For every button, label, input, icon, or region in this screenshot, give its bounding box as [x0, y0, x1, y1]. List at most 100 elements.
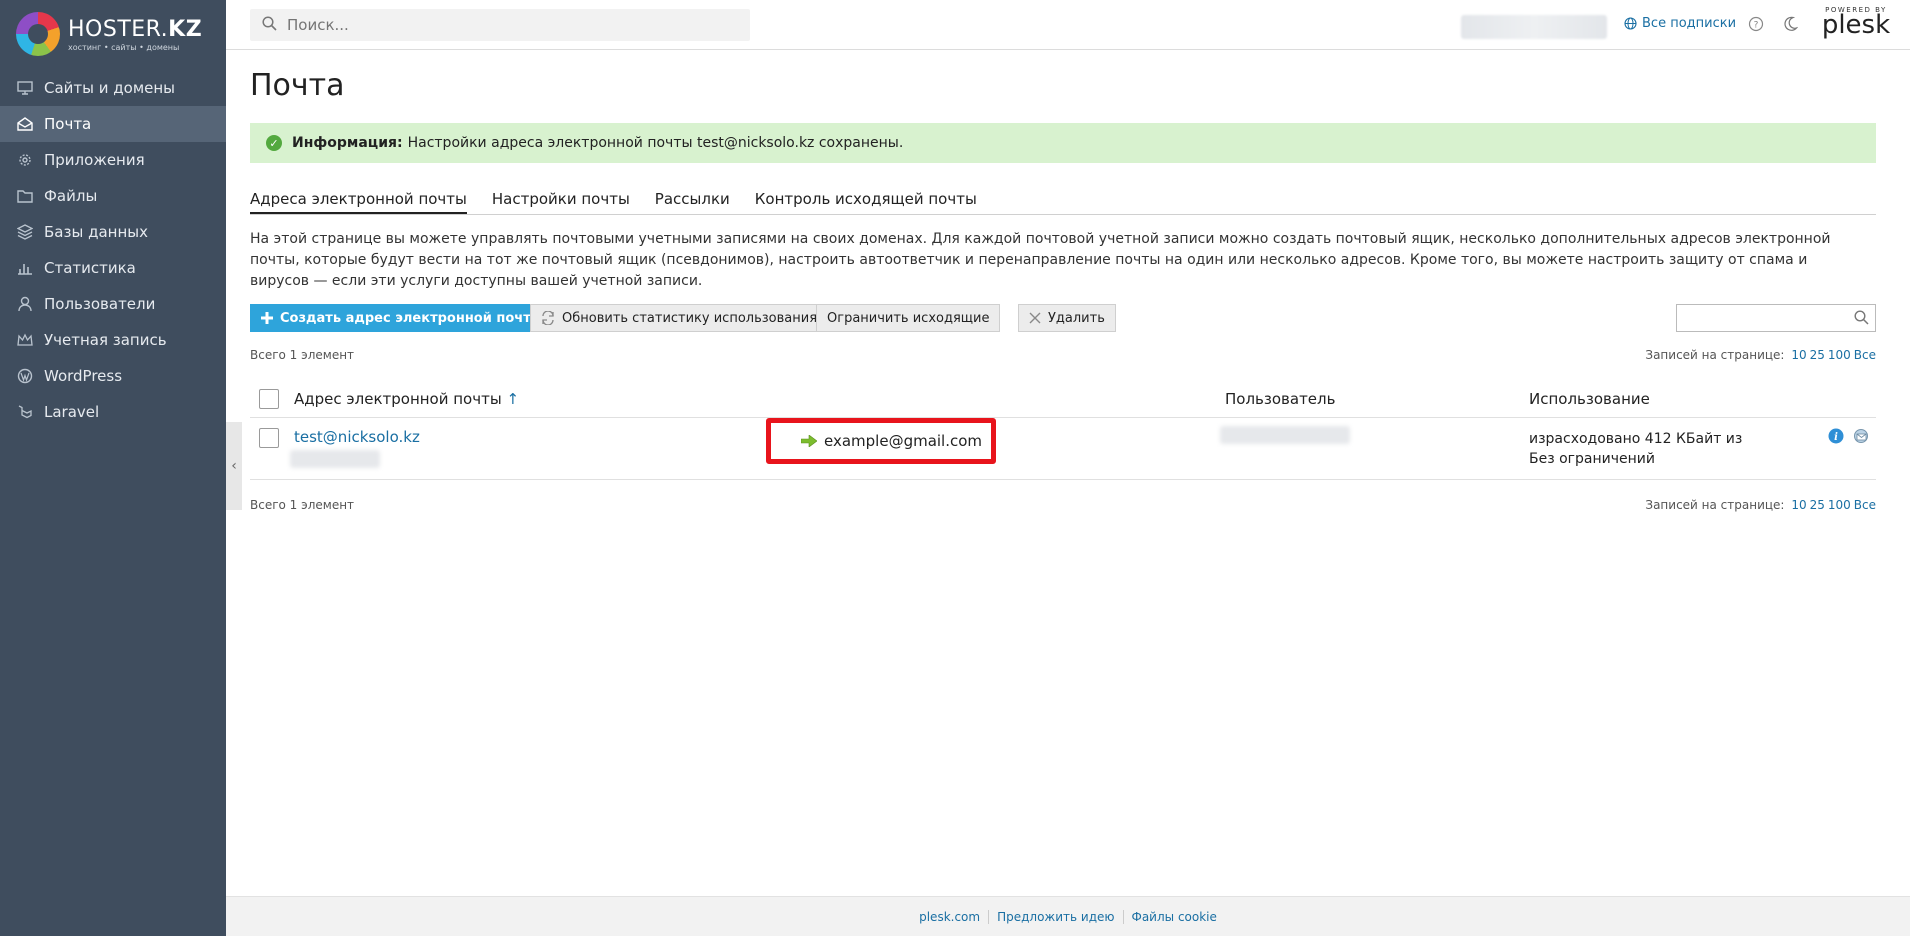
sort-arrow-icon: ↑: [506, 390, 520, 408]
hoster-logo-icon: [16, 12, 60, 56]
tabs: Адреса электронной почты Настройки почты…: [250, 181, 1876, 215]
email-address-link[interactable]: test@nicksolo.kz: [294, 428, 420, 446]
sidebar-item-laravel[interactable]: Laravel: [0, 394, 226, 430]
sidebar-item-wordpress[interactable]: WordPress: [0, 358, 226, 394]
search-icon[interactable]: [1854, 310, 1869, 329]
globe-icon: [1624, 17, 1637, 30]
per-page-all[interactable]: Все: [1854, 498, 1876, 512]
sidebar-item-label: Статистика: [44, 259, 136, 277]
per-page-25[interactable]: 25: [1810, 348, 1825, 362]
sidebar-item-statistics[interactable]: Статистика: [0, 250, 226, 286]
main-content: Почта ✓ Информация: Настройки адреса эле…: [250, 50, 1876, 518]
page-footer: plesk.com Предложить идею Файлы cookie: [226, 896, 1910, 936]
list-meta-top: Всего 1 элемент Записей на странице: 10 2…: [250, 348, 1876, 368]
per-page-10[interactable]: 10: [1791, 348, 1806, 362]
tab-mailing-lists[interactable]: Рассылки: [655, 181, 730, 214]
account-menu[interactable]: [1461, 15, 1607, 39]
mail-icon: [16, 115, 34, 133]
sidebar-item-account[interactable]: Учетная запись: [0, 322, 226, 358]
sidebar-item-label: Базы данных: [44, 223, 148, 241]
create-email-label: Создать адрес электронной почты: [280, 310, 543, 326]
row-actions: i: [1828, 428, 1870, 448]
table-header: Адрес электронной почты ↑ Пользователь И…: [250, 380, 1876, 418]
row-checkbox[interactable]: [259, 428, 279, 448]
svg-text:?: ?: [1754, 21, 1759, 31]
limit-outgoing-button[interactable]: Ограничить исходящие: [816, 304, 1001, 332]
per-page-selector: Записей на странице: 10 25 100 Все: [1645, 348, 1876, 362]
sidebar-item-label: Сайты и домены: [44, 79, 176, 97]
webmail-icon[interactable]: [1852, 428, 1870, 448]
list-meta-bottom: Всего 1 элемент Записей на странице: 10 2…: [250, 498, 1876, 518]
footer-link-suggest-idea[interactable]: Предложить идею: [989, 910, 1122, 924]
all-subscriptions-link[interactable]: Все подписки: [1624, 16, 1736, 31]
column-header-address[interactable]: Адрес электронной почты ↑: [294, 390, 519, 408]
limit-outgoing-label: Ограничить исходящие: [827, 310, 990, 326]
sidebar-item-label: WordPress: [44, 367, 123, 385]
sidebar-nav: Сайты и домены Почта Приложения Файлы Ба…: [0, 70, 226, 430]
tab-mail-settings[interactable]: Настройки почты: [492, 181, 630, 214]
blurred-mailbox-info: [290, 450, 380, 468]
plesk-logo[interactable]: POWERED BY plesk: [1816, 6, 1896, 40]
plesk-wordmark: plesk: [1821, 10, 1891, 40]
svg-text:i: i: [1834, 432, 1838, 443]
usage-line: израсходовано 412 КБайт из: [1529, 431, 1743, 447]
brand-logo[interactable]: HOSTER.KZ хостинг • сайты • домены: [0, 0, 226, 68]
message-text: Настройки адреса электронной почты test@…: [407, 135, 904, 151]
list-search-input[interactable]: [1677, 305, 1847, 331]
sidebar-item-files[interactable]: Файлы: [0, 178, 226, 214]
tab-email-addresses[interactable]: Адреса электронной почты: [250, 181, 467, 214]
delete-button[interactable]: Удалить: [1018, 304, 1116, 332]
column-header-usage[interactable]: Использование: [1529, 390, 1650, 408]
chevron-left-icon: ‹: [231, 458, 237, 474]
sidebar: HOSTER.KZ хостинг • сайты • домены Сайты…: [0, 0, 226, 936]
per-page-25[interactable]: 25: [1810, 498, 1825, 512]
gear-icon: [16, 151, 34, 169]
column-header-user[interactable]: Пользователь: [1225, 390, 1335, 408]
page-description: На этой странице вы можете управлять поч…: [250, 231, 1831, 289]
global-search: [250, 9, 750, 41]
laravel-icon: [16, 403, 34, 421]
plus-icon: [261, 312, 273, 324]
select-all-checkbox[interactable]: [259, 389, 279, 409]
search-icon: [262, 15, 277, 35]
forward-address-highlight: example@gmail.com: [766, 418, 996, 464]
create-email-button[interactable]: Создать адрес электронной почты: [250, 304, 554, 332]
folder-icon: [16, 187, 34, 205]
per-page-label: Записей на странице:: [1645, 498, 1785, 512]
moon-icon[interactable]: [1784, 16, 1799, 36]
global-search-input[interactable]: [287, 16, 727, 34]
refresh-usage-button[interactable]: Обновить статистику использования: [530, 304, 829, 332]
sidebar-item-mail[interactable]: Почта: [0, 106, 226, 142]
sidebar-collapse-button[interactable]: ‹: [226, 422, 242, 510]
brand-tagline: хостинг • сайты • домены: [68, 42, 180, 52]
help-icon[interactable]: ?: [1748, 16, 1764, 36]
sidebar-item-sites-domains[interactable]: Сайты и домены: [0, 70, 226, 106]
sidebar-item-databases[interactable]: Базы данных: [0, 214, 226, 250]
footer-link-plesk[interactable]: plesk.com: [911, 910, 988, 924]
monitor-icon: [16, 79, 34, 97]
footer-link-cookies[interactable]: Файлы cookie: [1124, 910, 1225, 924]
forward-arrow-icon: [801, 435, 817, 447]
per-page-100[interactable]: 100: [1828, 498, 1851, 512]
page-title: Почта: [250, 68, 345, 103]
sidebar-item-label: Приложения: [44, 151, 145, 169]
refresh-usage-label: Обновить статистику использования: [562, 310, 818, 326]
sidebar-item-label: Laravel: [44, 403, 100, 421]
total-count: Всего 1 элемент: [250, 348, 355, 362]
close-icon: [1029, 312, 1041, 324]
per-page-100[interactable]: 100: [1828, 348, 1851, 362]
list-toolbar: Создать адрес электронной почты Обновить…: [250, 304, 1876, 334]
info-icon[interactable]: i: [1828, 428, 1844, 448]
per-page-10[interactable]: 10: [1791, 498, 1806, 512]
per-page-all[interactable]: Все: [1854, 348, 1876, 362]
email-table: Адрес электронной почты ↑ Пользователь И…: [250, 380, 1876, 480]
sidebar-item-applications[interactable]: Приложения: [0, 142, 226, 178]
sidebar-item-users[interactable]: Пользователи: [0, 286, 226, 322]
check-circle-icon: ✓: [266, 135, 282, 151]
tab-outgoing-control[interactable]: Контроль исходящей почты: [755, 181, 977, 214]
per-page-selector: Записей на странице: 10 25 100 Все: [1645, 498, 1876, 512]
all-subscriptions-label: Все подписки: [1642, 16, 1737, 31]
user-icon: [16, 295, 34, 313]
message-label: Информация:: [292, 135, 403, 151]
total-count: Всего 1 элемент: [250, 498, 355, 512]
